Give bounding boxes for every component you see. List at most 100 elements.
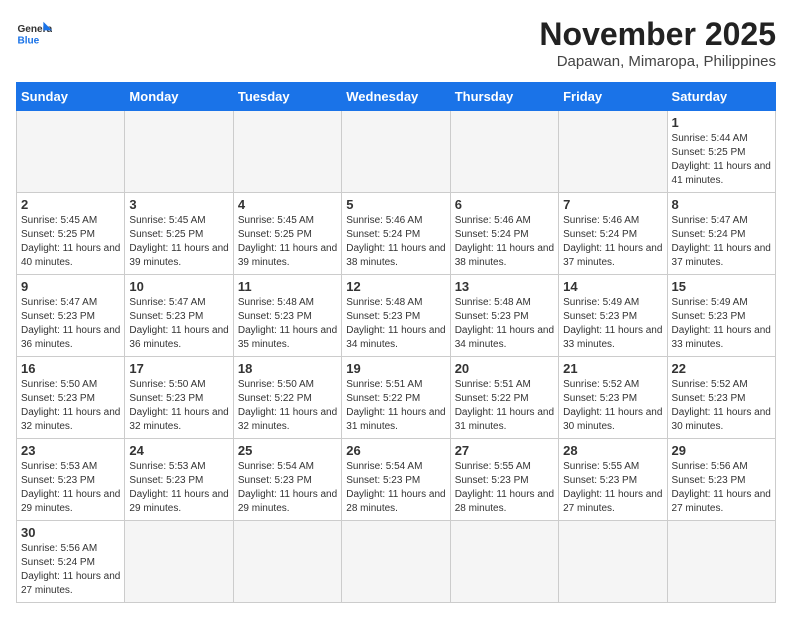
day-number: 7 [563,197,662,212]
day-info: Sunrise: 5:50 AMSunset: 5:23 PMDaylight:… [21,378,120,434]
day-info: Sunrise: 5:51 AMSunset: 5:22 PMDaylight:… [455,378,554,434]
table-row [233,521,341,603]
calendar-table: Sunday Monday Tuesday Wednesday Thursday… [16,82,776,603]
day-number: 5 [346,197,445,212]
page-header: General Blue November 2025 Dapawan, Mima… [16,16,776,70]
day-number: 4 [238,197,337,212]
day-number: 22 [672,361,771,376]
day-info: Sunrise: 5:48 AMSunset: 5:23 PMDaylight:… [238,296,337,352]
table-row: 17 Sunrise: 5:50 AMSunset: 5:23 PMDaylig… [125,357,233,439]
day-info: Sunrise: 5:51 AMSunset: 5:22 PMDaylight:… [346,378,445,434]
table-row [559,521,667,603]
day-info: Sunrise: 5:46 AMSunset: 5:24 PMDaylight:… [346,214,445,270]
day-number: 10 [129,279,228,294]
table-row: 25 Sunrise: 5:54 AMSunset: 5:23 PMDaylig… [233,439,341,521]
table-row [125,521,233,603]
day-info: Sunrise: 5:54 AMSunset: 5:23 PMDaylight:… [346,460,445,516]
day-info: Sunrise: 5:55 AMSunset: 5:23 PMDaylight:… [455,460,554,516]
day-number: 28 [563,443,662,458]
calendar-row: 23 Sunrise: 5:53 AMSunset: 5:23 PMDaylig… [17,439,776,521]
day-info: Sunrise: 5:53 AMSunset: 5:23 PMDaylight:… [129,460,228,516]
day-info: Sunrise: 5:44 AMSunset: 5:25 PMDaylight:… [672,132,771,188]
day-number: 19 [346,361,445,376]
table-row: 15 Sunrise: 5:49 AMSunset: 5:23 PMDaylig… [667,275,775,357]
day-number: 9 [21,279,120,294]
day-info: Sunrise: 5:48 AMSunset: 5:23 PMDaylight:… [455,296,554,352]
logo: General Blue [16,16,52,52]
table-row: 5 Sunrise: 5:46 AMSunset: 5:24 PMDayligh… [342,193,450,275]
table-row: 26 Sunrise: 5:54 AMSunset: 5:23 PMDaylig… [342,439,450,521]
day-number: 27 [455,443,554,458]
header-thursday: Thursday [450,83,558,111]
day-number: 11 [238,279,337,294]
day-number: 12 [346,279,445,294]
table-row: 7 Sunrise: 5:46 AMSunset: 5:24 PMDayligh… [559,193,667,275]
day-info: Sunrise: 5:46 AMSunset: 5:24 PMDaylight:… [563,214,662,270]
location-title: Dapawan, Mimaropa, Philippines [539,53,776,70]
calendar-row: 16 Sunrise: 5:50 AMSunset: 5:23 PMDaylig… [17,357,776,439]
table-row: 19 Sunrise: 5:51 AMSunset: 5:22 PMDaylig… [342,357,450,439]
day-info: Sunrise: 5:45 AMSunset: 5:25 PMDaylight:… [238,214,337,270]
day-number: 16 [21,361,120,376]
table-row: 21 Sunrise: 5:52 AMSunset: 5:23 PMDaylig… [559,357,667,439]
day-info: Sunrise: 5:54 AMSunset: 5:23 PMDaylight:… [238,460,337,516]
day-number: 2 [21,197,120,212]
day-info: Sunrise: 5:56 AMSunset: 5:23 PMDaylight:… [672,460,771,516]
table-row: 3 Sunrise: 5:45 AMSunset: 5:25 PMDayligh… [125,193,233,275]
table-row [233,111,341,193]
day-info: Sunrise: 5:47 AMSunset: 5:23 PMDaylight:… [129,296,228,352]
table-row: 28 Sunrise: 5:55 AMSunset: 5:23 PMDaylig… [559,439,667,521]
day-info: Sunrise: 5:47 AMSunset: 5:23 PMDaylight:… [21,296,120,352]
day-number: 18 [238,361,337,376]
table-row: 14 Sunrise: 5:49 AMSunset: 5:23 PMDaylig… [559,275,667,357]
logo-icon: General Blue [16,16,52,52]
day-number: 25 [238,443,337,458]
day-number: 29 [672,443,771,458]
table-row [667,521,775,603]
header-tuesday: Tuesday [233,83,341,111]
day-info: Sunrise: 5:45 AMSunset: 5:25 PMDaylight:… [129,214,228,270]
table-row: 30 Sunrise: 5:56 AMSunset: 5:24 PMDaylig… [17,521,125,603]
day-number: 21 [563,361,662,376]
table-row: 20 Sunrise: 5:51 AMSunset: 5:22 PMDaylig… [450,357,558,439]
table-row: 11 Sunrise: 5:48 AMSunset: 5:23 PMDaylig… [233,275,341,357]
day-number: 23 [21,443,120,458]
table-row: 1 Sunrise: 5:44 AMSunset: 5:25 PMDayligh… [667,111,775,193]
table-row: 10 Sunrise: 5:47 AMSunset: 5:23 PMDaylig… [125,275,233,357]
weekday-header-row: Sunday Monday Tuesday Wednesday Thursday… [17,83,776,111]
table-row: 4 Sunrise: 5:45 AMSunset: 5:25 PMDayligh… [233,193,341,275]
table-row: 23 Sunrise: 5:53 AMSunset: 5:23 PMDaylig… [17,439,125,521]
svg-text:Blue: Blue [17,35,39,46]
table-row [342,111,450,193]
month-title: November 2025 [539,16,776,53]
day-info: Sunrise: 5:56 AMSunset: 5:24 PMDaylight:… [21,542,120,598]
day-info: Sunrise: 5:50 AMSunset: 5:22 PMDaylight:… [238,378,337,434]
table-row: 12 Sunrise: 5:48 AMSunset: 5:23 PMDaylig… [342,275,450,357]
day-info: Sunrise: 5:50 AMSunset: 5:23 PMDaylight:… [129,378,228,434]
table-row [342,521,450,603]
day-info: Sunrise: 5:48 AMSunset: 5:23 PMDaylight:… [346,296,445,352]
day-number: 13 [455,279,554,294]
day-info: Sunrise: 5:49 AMSunset: 5:23 PMDaylight:… [672,296,771,352]
calendar-row: 30 Sunrise: 5:56 AMSunset: 5:24 PMDaylig… [17,521,776,603]
table-row [450,521,558,603]
table-row [17,111,125,193]
day-number: 14 [563,279,662,294]
calendar-row: 2 Sunrise: 5:45 AMSunset: 5:25 PMDayligh… [17,193,776,275]
table-row: 18 Sunrise: 5:50 AMSunset: 5:22 PMDaylig… [233,357,341,439]
title-area: November 2025 Dapawan, Mimaropa, Philipp… [539,16,776,70]
header-saturday: Saturday [667,83,775,111]
calendar-row: 1 Sunrise: 5:44 AMSunset: 5:25 PMDayligh… [17,111,776,193]
day-info: Sunrise: 5:55 AMSunset: 5:23 PMDaylight:… [563,460,662,516]
table-row: 13 Sunrise: 5:48 AMSunset: 5:23 PMDaylig… [450,275,558,357]
table-row: 16 Sunrise: 5:50 AMSunset: 5:23 PMDaylig… [17,357,125,439]
day-number: 24 [129,443,228,458]
table-row: 6 Sunrise: 5:46 AMSunset: 5:24 PMDayligh… [450,193,558,275]
day-number: 17 [129,361,228,376]
header-wednesday: Wednesday [342,83,450,111]
day-number: 30 [21,525,120,540]
header-monday: Monday [125,83,233,111]
table-row: 8 Sunrise: 5:47 AMSunset: 5:24 PMDayligh… [667,193,775,275]
table-row: 22 Sunrise: 5:52 AMSunset: 5:23 PMDaylig… [667,357,775,439]
day-number: 6 [455,197,554,212]
